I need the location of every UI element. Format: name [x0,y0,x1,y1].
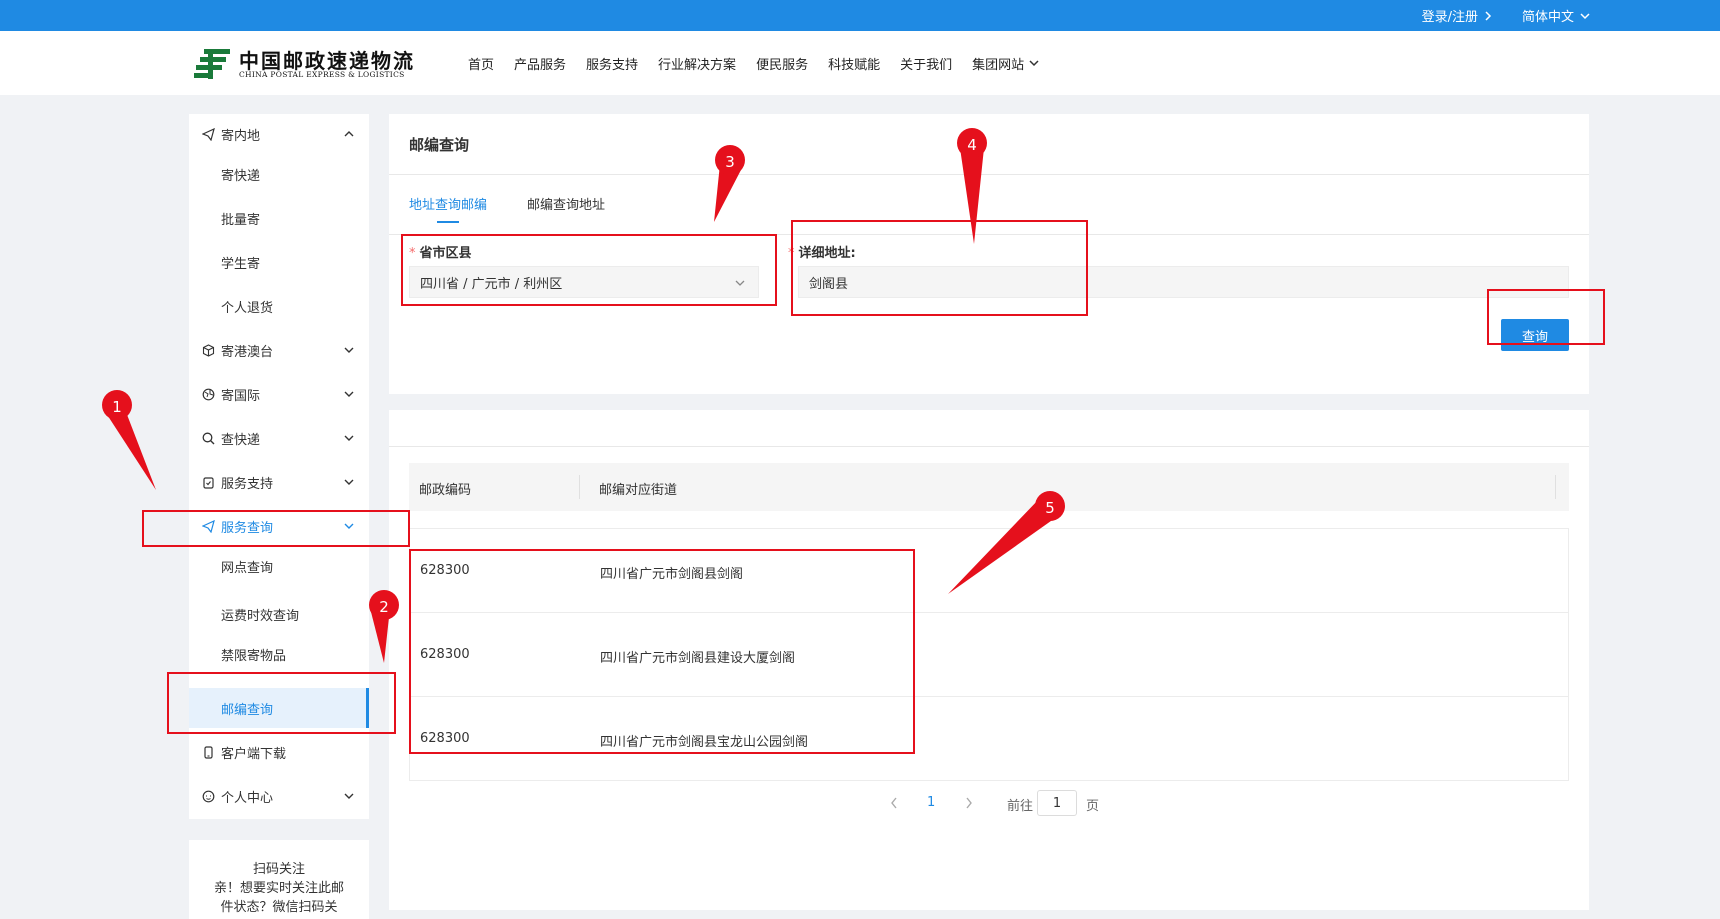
pin-number: 3 [725,153,735,171]
pin-number: 1 [112,398,122,416]
arrow-1 [104,410,156,490]
annotation-arrows [102,128,1065,663]
pin-number: 5 [1045,499,1055,517]
pin-number: 4 [967,136,977,154]
pin-number: 2 [379,598,389,616]
arrow-4 [960,148,984,244]
